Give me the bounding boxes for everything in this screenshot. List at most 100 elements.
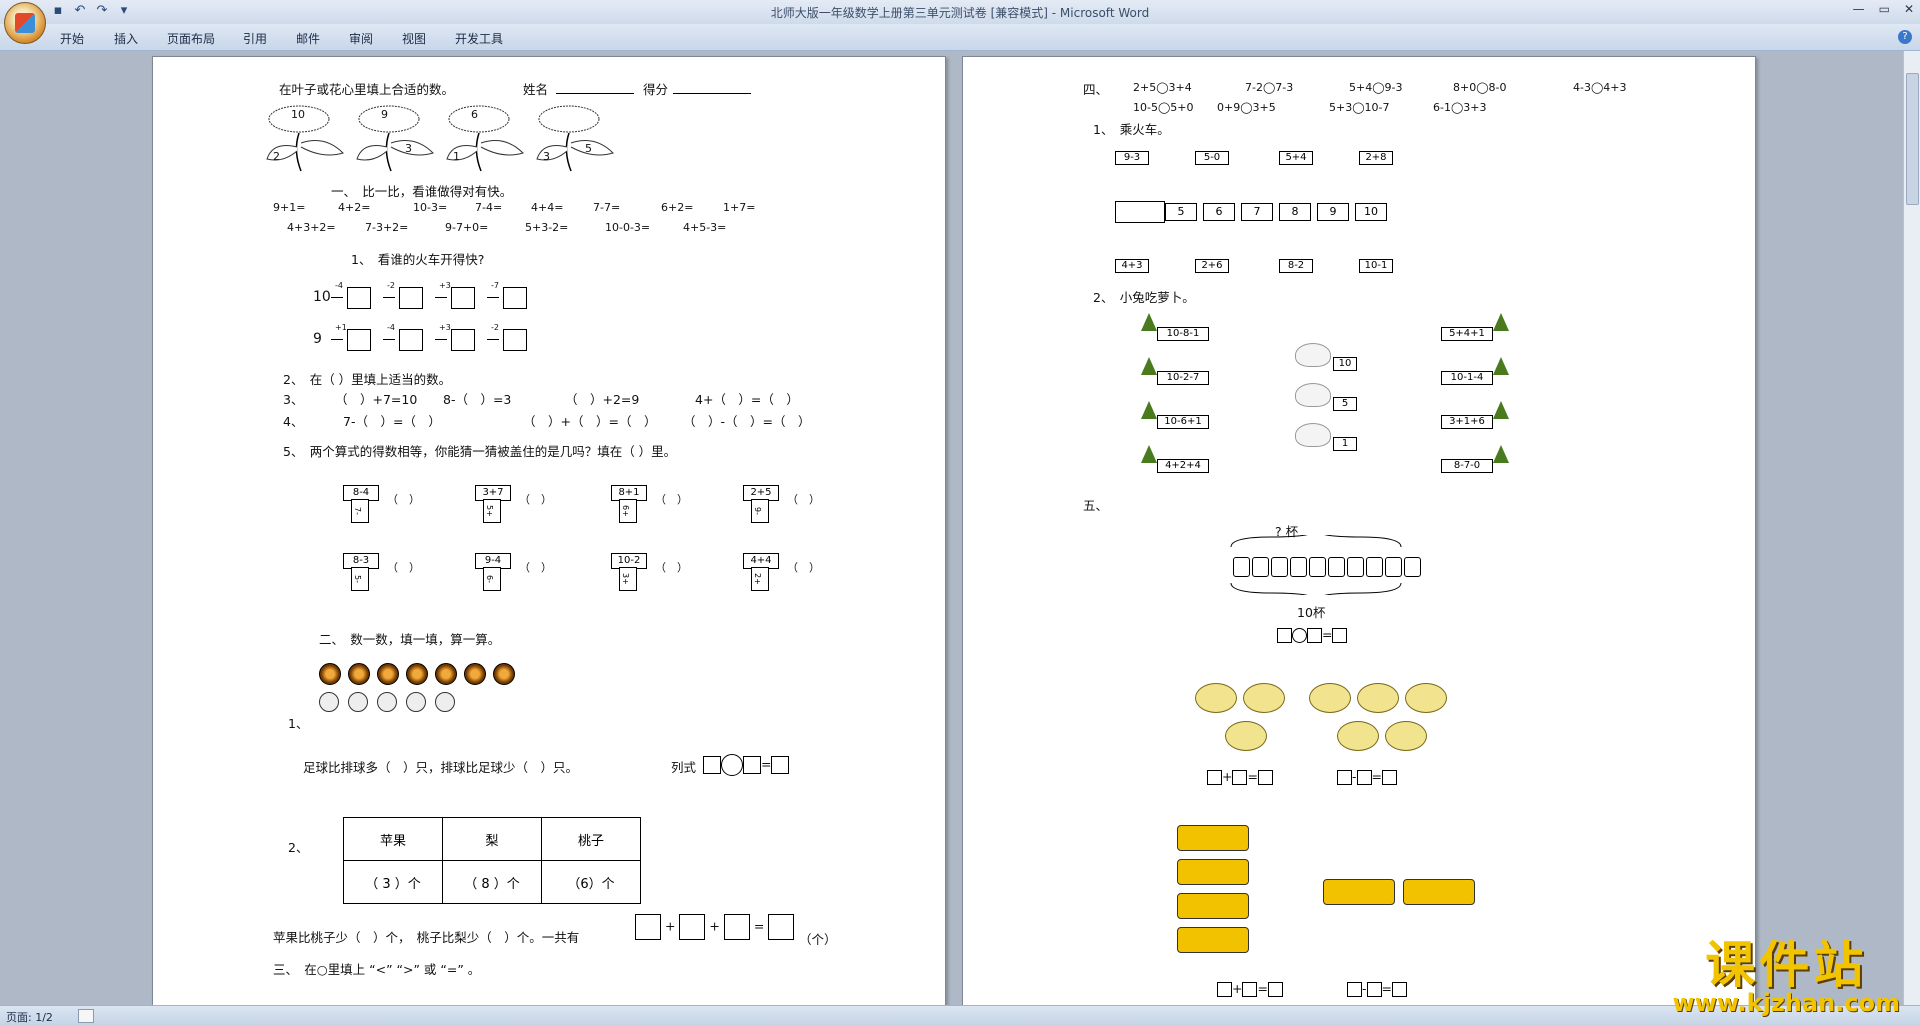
close-icon[interactable]: ✕ bbox=[1904, 2, 1914, 16]
cup-icon bbox=[1233, 557, 1250, 577]
maximize-icon[interactable]: ▭ bbox=[1879, 2, 1890, 16]
score-field[interactable] bbox=[673, 93, 751, 94]
tab-review[interactable]: 审阅 bbox=[349, 30, 373, 47]
minimize-icon[interactable]: — bbox=[1853, 2, 1865, 16]
card-answer-paren[interactable]: （ ） bbox=[655, 559, 688, 575]
compare-item: 7-2◯7-3 bbox=[1245, 81, 1294, 94]
train-car: 5 bbox=[1165, 203, 1197, 221]
card-answer-paren[interactable]: （ ） bbox=[787, 491, 820, 507]
watermark-url: www.kjzhan.com bbox=[1672, 989, 1900, 1017]
tab-view[interactable]: 视图 bbox=[402, 30, 426, 47]
chain-op: -2 bbox=[491, 323, 499, 332]
calc-item: 1+7= bbox=[723, 201, 756, 214]
calc-item: 7-7= bbox=[593, 201, 621, 214]
chain-op: +3 bbox=[439, 323, 451, 332]
calc-item: 9+1= bbox=[273, 201, 306, 214]
help-icon[interactable]: ? bbox=[1898, 30, 1912, 44]
bus-icon bbox=[1177, 893, 1249, 919]
section-5-label: 五、 bbox=[1083, 498, 1109, 513]
motorbike-icon bbox=[1385, 721, 1427, 751]
chain-answer-box[interactable] bbox=[451, 329, 475, 351]
tab-references[interactable]: 引用 bbox=[243, 30, 267, 47]
card-covered-expression: 6- bbox=[483, 567, 501, 591]
rabbit-number: 5 bbox=[1333, 397, 1357, 411]
carrot-expression: 10-1-4 bbox=[1441, 371, 1493, 385]
flower-left-leaf-number: 1 bbox=[453, 150, 460, 163]
chain-answer-box[interactable] bbox=[399, 329, 423, 351]
office-button[interactable] bbox=[4, 2, 46, 44]
flower-right-leaf-number: 5 bbox=[585, 142, 592, 155]
office-logo-icon bbox=[15, 13, 35, 33]
bike-add-equation[interactable]: + = bbox=[1207, 769, 1273, 785]
card-answer-paren[interactable]: （ ） bbox=[519, 491, 552, 507]
page-2: 四、 2+5◯3+4 7-2◯7-3 5+4◯9-3 8+0◯8-0 4-3◯4+3 1… bbox=[962, 56, 1756, 1005]
chain-answer-box[interactable] bbox=[503, 329, 527, 351]
bike-sub-equation[interactable]: - = bbox=[1337, 769, 1397, 785]
train-car: 9 bbox=[1317, 203, 1349, 221]
cup-icon bbox=[1404, 557, 1421, 577]
tab-developer[interactable]: 开发工具 bbox=[455, 30, 503, 47]
carrot-expression: 8-7-0 bbox=[1441, 459, 1493, 473]
vertical-scrollbar[interactable] bbox=[1903, 51, 1920, 1005]
page-indicator[interactable]: 页面: 1/2 bbox=[6, 1009, 53, 1025]
chain-answer-box[interactable] bbox=[347, 329, 371, 351]
train-engine-icon bbox=[1115, 201, 1165, 223]
football-icon bbox=[377, 663, 399, 685]
volleyball-icon bbox=[348, 692, 368, 712]
card-covered-expression: 5+ bbox=[483, 499, 501, 523]
card-answer-paren[interactable]: （ ） bbox=[387, 559, 420, 575]
sum-boxes[interactable]: + + = bbox=[635, 914, 795, 940]
compare-item: 10-5◯5+0 bbox=[1133, 101, 1194, 114]
card-answer-paren[interactable]: （ ） bbox=[387, 491, 420, 507]
window-title: 北师大版一年级数学上册第三单元测试卷 [兼容模式] - Microsoft Wo… bbox=[770, 6, 1150, 20]
chain-answer-box[interactable] bbox=[503, 287, 527, 309]
flower-left-leaf-number: 3 bbox=[543, 150, 550, 163]
unit-label: （个） bbox=[799, 932, 837, 947]
card-covered-expression: 9- bbox=[751, 499, 769, 523]
chain-arrow bbox=[435, 297, 447, 298]
tab-home[interactable]: 开始 bbox=[60, 30, 84, 47]
train-bottom-box: 4+3 bbox=[1115, 259, 1149, 273]
tab-mailings[interactable]: 邮件 bbox=[296, 30, 320, 47]
chain-arrow bbox=[331, 339, 343, 340]
bus-sub-equation[interactable]: - = bbox=[1347, 981, 1407, 997]
tab-insert[interactable]: 插入 bbox=[114, 30, 138, 47]
chain-arrow bbox=[383, 339, 395, 340]
chain-answer-box[interactable] bbox=[347, 287, 371, 309]
table-head-peach: 桃子 bbox=[541, 817, 641, 861]
ribbon-tabs: 开始 插入 页面布局 引用 邮件 审阅 视图 开发工具 ? bbox=[0, 24, 1920, 51]
chain-arrow bbox=[331, 297, 343, 298]
card-answer-paren[interactable]: （ ） bbox=[519, 559, 552, 575]
bus-icon bbox=[1177, 859, 1249, 885]
question-train: 1、 乘火车。 bbox=[1093, 122, 1170, 137]
tab-page-layout[interactable]: 页面布局 bbox=[167, 30, 215, 47]
bus-add-equation[interactable]: + = bbox=[1217, 981, 1283, 997]
card-answer-paren[interactable]: （ ） bbox=[787, 559, 820, 575]
cup-icon bbox=[1271, 557, 1288, 577]
football-icon bbox=[464, 663, 486, 685]
carrot-icon bbox=[1493, 313, 1509, 331]
proofing-icon[interactable] bbox=[78, 1009, 94, 1023]
train-car: 8 bbox=[1279, 203, 1311, 221]
scrollbar-thumb[interactable] bbox=[1906, 73, 1919, 205]
formula-boxes[interactable]: = bbox=[703, 754, 790, 776]
q4-item-3: （ ）-（ ）=（ ） bbox=[683, 414, 811, 429]
cup-equation[interactable]: = bbox=[1277, 627, 1348, 643]
compare-item: 4-3◯4+3 bbox=[1573, 81, 1627, 94]
section-2-title: 二、 数一数，填一填，算一算。 bbox=[319, 632, 501, 647]
flower-drawing bbox=[356, 105, 434, 172]
chain-answer-box[interactable] bbox=[451, 287, 475, 309]
card-answer-paren[interactable]: （ ） bbox=[655, 491, 688, 507]
chain-answer-box[interactable] bbox=[399, 287, 423, 309]
chain-arrow bbox=[435, 339, 447, 340]
carrot-icon bbox=[1141, 313, 1157, 331]
name-field[interactable] bbox=[556, 93, 634, 94]
calc-item: 5+3-2= bbox=[525, 221, 569, 234]
fruit-table: 苹果 梨 桃子 （ 3 ）个 （ 8 ）个 （6）个 bbox=[343, 817, 641, 904]
card-covered-expression: 5- bbox=[351, 567, 369, 591]
train-car: 7 bbox=[1241, 203, 1273, 221]
chain-arrow bbox=[487, 297, 499, 298]
carrot-expression: 3+1+6 bbox=[1441, 415, 1493, 429]
football-icon bbox=[493, 663, 515, 685]
cup-icon bbox=[1290, 557, 1307, 577]
